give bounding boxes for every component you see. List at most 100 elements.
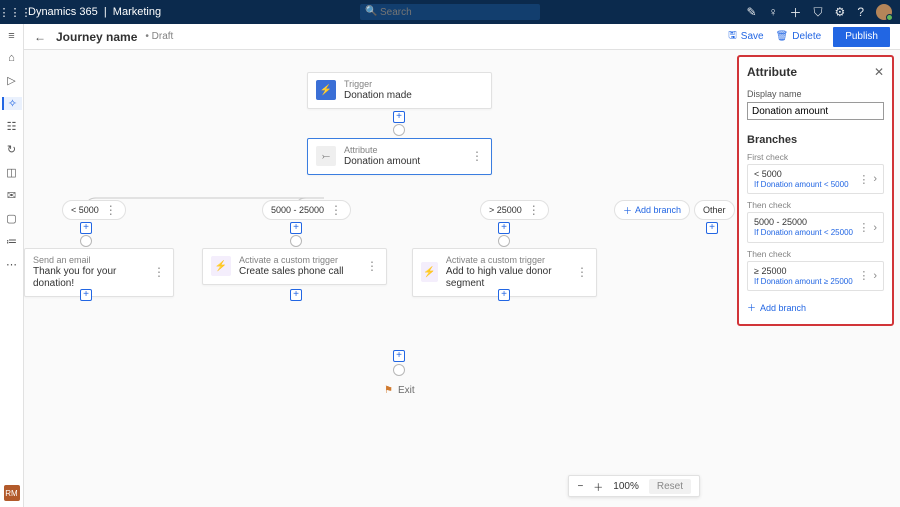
search-input[interactable] <box>360 4 540 20</box>
node-kind: Send an email <box>33 255 147 266</box>
topbar-actions: ✎ ♀ ＋ ⛉ ⚙ ? <box>746 4 892 21</box>
left-nav-rail: ≡ ⌂ ▷ ✧ ☷ ↻ ◫ ✉ ▢ ≔ ⋯ RM <box>0 24 24 507</box>
then-check-label: Then check <box>747 249 884 259</box>
plus-icon[interactable]: ＋ <box>790 4 802 21</box>
add-node-button[interactable]: + <box>393 350 405 362</box>
app-name: Dynamics 365 | Marketing <box>28 6 161 18</box>
nav-data-icon[interactable]: ◫ <box>6 166 16 179</box>
nav-mail-icon[interactable]: ✉ <box>7 189 16 202</box>
app-topbar: ⋮⋮⋮ Dynamics 365 | Marketing 🔍 ✎ ♀ ＋ ⛉ ⚙… <box>0 0 900 24</box>
app-launcher-icon[interactable]: ⋮⋮⋮ <box>8 5 22 19</box>
nav-contacts-icon[interactable]: ☷ <box>7 120 17 133</box>
persona-badge[interactable]: RM <box>4 485 20 501</box>
pill-more-icon[interactable]: ⋮ <box>528 203 540 217</box>
page-title: Journey name <box>56 30 137 44</box>
plus-icon: ＋ <box>747 301 756 314</box>
user-avatar[interactable] <box>876 4 892 20</box>
nav-menu-icon[interactable]: ≡ <box>8 30 14 42</box>
back-button[interactable]: ← <box>34 30 46 44</box>
connector-lines <box>24 50 324 200</box>
bolt-icon: ⚡ <box>421 262 438 282</box>
filter-icon[interactable]: ⛉ <box>814 5 823 20</box>
add-branch-button[interactable]: ＋Add branch <box>747 301 884 314</box>
search-icon: 🔍 <box>365 6 377 17</box>
close-icon[interactable]: ✕ <box>874 65 884 79</box>
branch-item-3[interactable]: ≥ 25000If Donation amount ≥ 25000 ⋮› <box>747 261 884 291</box>
add-node-button[interactable]: + <box>80 289 92 301</box>
node-title: Thank you for your donation! <box>33 266 147 290</box>
node-kind: Trigger <box>344 79 412 90</box>
nav-list-icon[interactable]: ≔ <box>6 235 17 248</box>
chevron-right-icon[interactable]: › <box>873 222 877 234</box>
help-icon[interactable]: ? <box>857 5 864 19</box>
add-node-button[interactable]: + <box>706 222 718 234</box>
add-node-button[interactable]: + <box>290 289 302 301</box>
panel-title: Attribute <box>747 65 797 79</box>
action-node-trigger-1[interactable]: ⚡ Activate a custom trigger Create sales… <box>202 248 387 285</box>
branch-pill-other[interactable]: Other <box>694 200 735 220</box>
zoom-out-button[interactable]: − <box>577 481 583 492</box>
item-more-icon[interactable]: ⋮ <box>858 173 869 186</box>
node-more-icon[interactable]: ⋮ <box>465 149 483 163</box>
trigger-node[interactable]: ⚡ Trigger Donation made <box>307 72 492 109</box>
branch-pill-1[interactable]: < 5000⋮ <box>62 200 126 220</box>
bulb-icon[interactable]: ♀ <box>769 5 778 19</box>
node-title: Create sales phone call <box>239 266 344 278</box>
node-kind: Attribute <box>344 145 420 156</box>
pill-more-icon[interactable]: ⋮ <box>330 203 342 217</box>
node-more-icon[interactable]: ⋮ <box>147 265 165 279</box>
branches-label: Branches <box>747 134 884 146</box>
add-branch-pill[interactable]: ＋Add branch <box>614 200 690 220</box>
display-name-label: Display name <box>747 89 884 99</box>
save-icon: 🖫 <box>728 28 737 45</box>
chevron-right-icon[interactable]: › <box>873 270 877 282</box>
nav-more-icon[interactable]: ⋯ <box>6 258 17 271</box>
zoom-in-button[interactable]: ＋ <box>593 479 603 494</box>
node-kind: Activate a custom trigger <box>446 255 570 266</box>
add-node-button[interactable]: + <box>498 222 510 234</box>
add-node-button[interactable]: + <box>393 111 405 123</box>
branch-item-2[interactable]: 5000 - 25000If Donation amount < 25000 ⋮… <box>747 212 884 242</box>
item-more-icon[interactable]: ⋮ <box>858 269 869 282</box>
node-more-icon[interactable]: ⋮ <box>570 265 588 279</box>
node-more-icon[interactable]: ⋮ <box>360 259 378 273</box>
join-dot <box>393 124 405 136</box>
pill-more-icon[interactable]: ⋮ <box>105 203 117 217</box>
nav-card-icon[interactable]: ▢ <box>6 212 16 225</box>
item-more-icon[interactable]: ⋮ <box>858 221 869 234</box>
save-button[interactable]: 🖫Save <box>728 28 763 45</box>
add-node-button[interactable]: + <box>498 289 510 301</box>
nav-refresh-icon[interactable]: ↻ <box>7 143 16 156</box>
branch-item-1[interactable]: < 5000If Donation amount < 5000 ⋮› <box>747 164 884 194</box>
node-title: Add to high value donor segment <box>446 266 570 290</box>
page-status: • Draft <box>145 31 173 42</box>
nav-journey-icon[interactable]: ✧ <box>2 97 22 110</box>
chevron-right-icon[interactable]: › <box>873 173 877 185</box>
first-check-label: First check <box>747 152 884 162</box>
join-dot <box>80 235 92 247</box>
delete-button[interactable]: 🗑Delete <box>776 31 822 42</box>
node-title: Donation made <box>344 90 412 102</box>
node-kind: Activate a custom trigger <box>239 255 344 266</box>
global-search[interactable]: 🔍 <box>360 4 540 20</box>
bolt-icon: ⚡ <box>211 256 231 276</box>
page-header: ← Journey name • Draft 🖫Save 🗑Delete Pub… <box>24 24 900 50</box>
branch-icon: ⤚ <box>316 146 336 166</box>
settings-icon[interactable]: ⚙ <box>835 5 846 19</box>
publish-button[interactable]: Publish <box>833 27 890 47</box>
branch-pill-3[interactable]: > 25000⋮ <box>480 200 549 220</box>
action-node-email[interactable]: Send an email Thank you for your donatio… <box>24 248 174 297</box>
display-name-input[interactable] <box>747 102 884 120</box>
add-node-button[interactable]: + <box>80 222 92 234</box>
add-node-button[interactable]: + <box>290 222 302 234</box>
zoom-reset-button[interactable]: Reset <box>649 479 691 494</box>
nav-play-icon[interactable]: ▷ <box>7 74 15 87</box>
zoom-toolbar: − ＋ 100% Reset <box>568 475 700 497</box>
join-dot <box>498 235 510 247</box>
trash-icon: 🗑 <box>776 31 789 42</box>
edit-icon[interactable]: ✎ <box>746 5 756 19</box>
branch-pill-2[interactable]: 5000 - 25000⋮ <box>262 200 351 220</box>
nav-home-icon[interactable]: ⌂ <box>8 52 15 64</box>
attribute-node[interactable]: ⤚ Attribute Donation amount ⋮ <box>307 138 492 175</box>
zoom-level: 100% <box>613 481 639 492</box>
